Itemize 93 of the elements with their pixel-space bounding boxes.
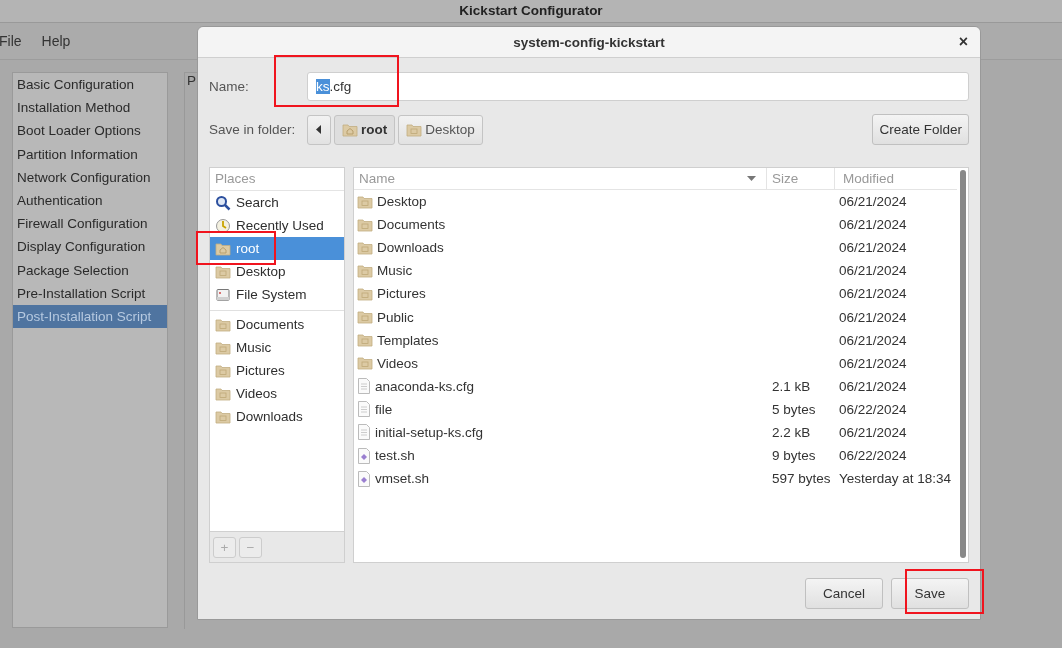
file-name[interactable]: file <box>375 401 393 417</box>
scrollbar[interactable] <box>960 170 966 558</box>
file-size: 2.1 kB <box>772 378 811 394</box>
name-label: Name: <box>209 79 250 94</box>
file-date: 06/21/2024 <box>839 378 907 394</box>
dialog-button[interactable]: Save <box>891 578 969 609</box>
place-item[interactable]: Documents <box>210 313 344 336</box>
file-size: 9 bytes <box>772 448 816 464</box>
file-date: 06/21/2024 <box>839 194 907 210</box>
sort-arrow-icon <box>747 176 756 181</box>
folder-icon <box>215 386 231 401</box>
sidebar-item[interactable]: Partition Information <box>13 142 167 166</box>
file-name[interactable]: Music <box>377 263 413 279</box>
close-button[interactable]: × <box>956 33 970 51</box>
file-name[interactable]: Templates <box>377 332 439 348</box>
file-date: 06/21/2024 <box>839 286 907 302</box>
sidebar-item[interactable]: Firewall Configuration <box>13 212 167 236</box>
folder-icon <box>357 263 373 278</box>
file-date: 06/21/2024 <box>839 263 907 279</box>
back-arrow-icon <box>316 125 322 134</box>
file-name[interactable]: test.sh <box>375 448 415 464</box>
path-button[interactable]: root <box>334 114 396 145</box>
menu-item[interactable]: File <box>0 33 22 49</box>
path-button[interactable]: Desktop <box>398 114 483 145</box>
place-item[interactable]: Music <box>210 336 344 359</box>
file-name[interactable]: Videos <box>377 355 419 371</box>
file-name[interactable]: Desktop <box>377 194 427 210</box>
file-date: 06/21/2024 <box>839 240 907 256</box>
folder-label: Save in folder: <box>209 122 297 137</box>
back-button[interactable] <box>307 114 331 145</box>
folder-icon <box>215 340 231 355</box>
file-name[interactable]: vmset.sh <box>375 471 429 487</box>
document-icon <box>357 401 371 418</box>
home-folder-icon <box>342 122 358 137</box>
file-size: 5 bytes <box>772 401 816 417</box>
place-item[interactable]: Downloads <box>210 405 344 428</box>
folder-icon <box>215 317 231 332</box>
file-name[interactable]: Public <box>377 309 414 325</box>
file-date: 06/21/2024 <box>839 217 907 233</box>
create-folder-button[interactable]: Create Folder <box>872 114 969 145</box>
home-folder-icon <box>215 241 231 256</box>
dialog-button[interactable]: Cancel <box>805 578 883 609</box>
sidebar-item[interactable]: Network Configuration <box>13 165 167 189</box>
drive-icon <box>215 286 231 303</box>
document-icon <box>357 378 371 395</box>
sidebar-item[interactable]: Package Selection <box>13 258 167 282</box>
sidebar-item[interactable]: Boot Loader Options <box>13 119 167 143</box>
document-icon <box>357 424 371 441</box>
file-size: 597 bytes <box>772 471 831 487</box>
folder-icon <box>357 356 373 371</box>
file-date: 06/22/2024 <box>839 448 907 464</box>
dialog-title: system-config-kickstart <box>513 34 665 50</box>
file-name[interactable]: Documents <box>377 217 446 233</box>
sidebar-item[interactable]: Installation Method <box>13 96 167 120</box>
sidebar-item[interactable]: Basic Configuration <box>13 73 167 97</box>
script-file-icon <box>357 447 371 464</box>
folder-icon <box>357 286 373 301</box>
folder-icon <box>357 217 373 232</box>
folder-icon <box>357 194 373 209</box>
folder-icon <box>357 333 373 348</box>
sidebar-item[interactable]: Display Configuration <box>13 235 167 259</box>
place-item[interactable]: Videos <box>210 382 344 405</box>
file-date: Yesterday at 18:34 <box>839 471 952 487</box>
folder-icon <box>357 240 373 255</box>
folder-icon <box>215 264 231 279</box>
file-name[interactable]: anaconda-ks.cfg <box>375 378 475 394</box>
script-file-icon <box>357 470 371 487</box>
folder-icon <box>406 122 423 137</box>
search-icon <box>215 194 231 211</box>
column-header: Places <box>210 168 344 191</box>
place-item[interactable]: Pictures <box>210 359 344 382</box>
file-name[interactable]: Pictures <box>377 286 426 302</box>
place-item[interactable]: File System <box>210 283 344 306</box>
place-item[interactable]: Recently Used <box>210 214 344 237</box>
folder-icon <box>357 310 373 324</box>
sidebar-item[interactable]: Pre-Installation Script <box>13 281 167 305</box>
file-name[interactable]: Downloads <box>377 240 444 256</box>
place-item[interactable]: Desktop <box>210 260 344 283</box>
file-date: 06/21/2024 <box>839 332 907 348</box>
file-date: 06/21/2024 <box>839 425 907 440</box>
file-name[interactable]: initial-setup-ks.cfg <box>375 425 484 440</box>
menu-item[interactable]: Help <box>41 33 71 49</box>
folder-icon <box>215 409 231 424</box>
file-date: 06/22/2024 <box>839 401 907 417</box>
file-size: 2.2 kB <box>772 425 811 440</box>
file-date: 06/21/2024 <box>839 309 907 325</box>
panel-title: P <box>187 73 196 88</box>
folder-icon <box>215 363 231 378</box>
file-date: 06/21/2024 <box>839 355 907 371</box>
name-field[interactable]: ks.cfg <box>307 72 969 101</box>
place-item[interactable]: Search <box>210 191 344 214</box>
window-title: Kickstart Configurator <box>0 0 1062 23</box>
sidebar-item[interactable]: Authentication <box>13 188 167 213</box>
